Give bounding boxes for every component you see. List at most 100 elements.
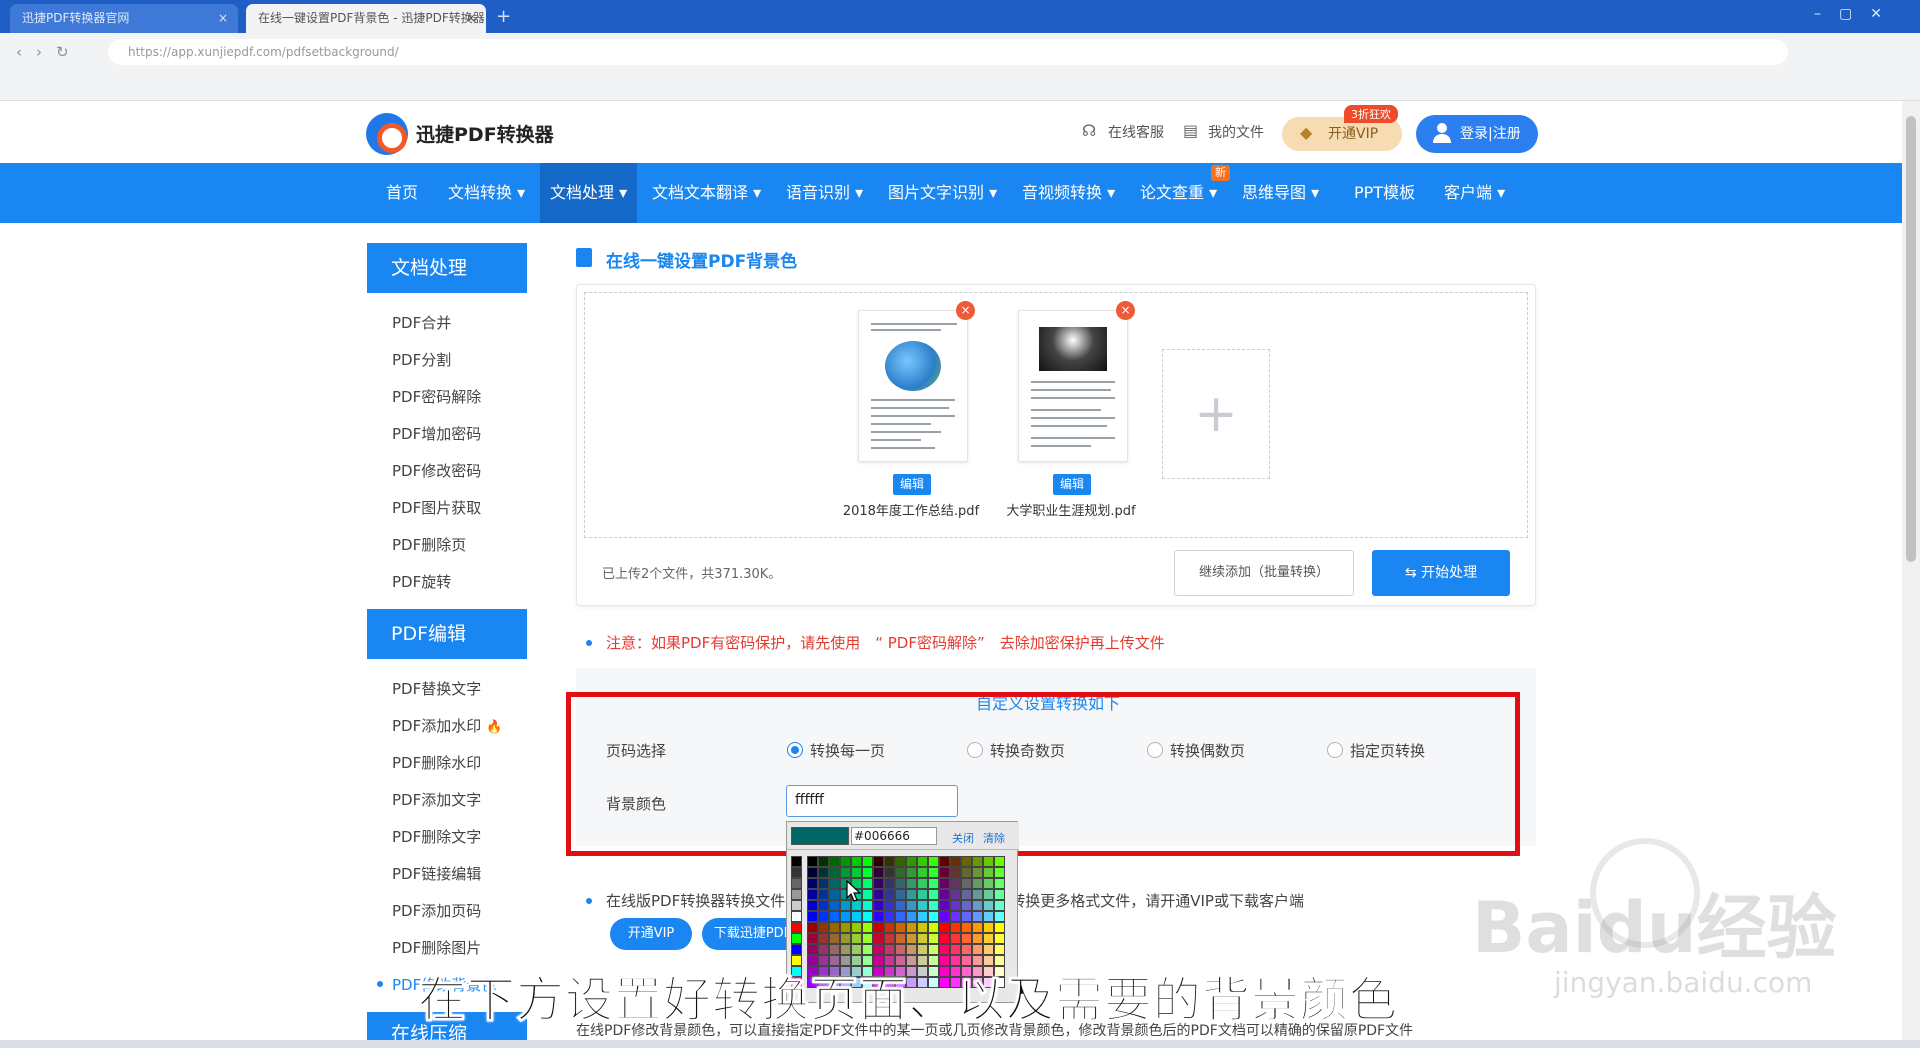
color-cell[interactable] — [829, 878, 840, 889]
color-cell[interactable] — [791, 878, 802, 889]
color-cell[interactable] — [818, 900, 829, 911]
radio-even-pages[interactable] — [1147, 742, 1163, 758]
color-cell[interactable] — [791, 867, 802, 878]
color-cell[interactable] — [917, 856, 928, 867]
color-cell[interactable] — [950, 922, 961, 933]
start-process-button[interactable]: ⇆ 开始处理 — [1372, 550, 1510, 596]
picker-clear-link[interactable]: 清除 — [983, 830, 1005, 846]
color-cell[interactable] — [961, 922, 972, 933]
delete-file-icon[interactable]: × — [1116, 301, 1135, 320]
color-cell[interactable] — [917, 933, 928, 944]
color-cell[interactable] — [807, 900, 818, 911]
color-cell[interactable] — [972, 856, 983, 867]
color-cell[interactable] — [862, 944, 873, 955]
color-cell[interactable] — [873, 911, 884, 922]
color-cell[interactable] — [851, 911, 862, 922]
sidebar-item[interactable]: PDF图片获取 — [392, 497, 481, 518]
color-cell[interactable] — [928, 856, 939, 867]
color-cell[interactable] — [972, 933, 983, 944]
color-cell[interactable] — [983, 867, 994, 878]
color-cell[interactable] — [961, 944, 972, 955]
color-cell[interactable] — [917, 944, 928, 955]
radio-label[interactable]: 转换奇数页 — [990, 740, 1065, 761]
color-cell[interactable] — [840, 867, 851, 878]
color-cell[interactable] — [840, 911, 851, 922]
service-link[interactable]: 在线客服 — [1108, 122, 1164, 142]
color-cell[interactable] — [917, 922, 928, 933]
color-cell[interactable] — [906, 911, 917, 922]
sidebar-item[interactable]: PDF删除文字 — [392, 826, 481, 847]
color-cell[interactable] — [950, 856, 961, 867]
color-cell[interactable] — [906, 867, 917, 878]
color-cell[interactable] — [862, 867, 873, 878]
color-cell[interactable] — [928, 889, 939, 900]
color-cell[interactable] — [906, 922, 917, 933]
color-cell[interactable] — [807, 944, 818, 955]
color-cell[interactable] — [994, 900, 1005, 911]
nav-ocr[interactable]: 图片文字识别 ▾ — [888, 163, 997, 223]
color-cell[interactable] — [862, 911, 873, 922]
color-cell[interactable] — [972, 867, 983, 878]
sidebar-item[interactable]: PDF删除图片 — [392, 937, 481, 958]
color-cell[interactable] — [895, 922, 906, 933]
color-cell[interactable] — [950, 944, 961, 955]
sidebar-section-pdf-edit[interactable]: PDF编辑 — [367, 609, 527, 659]
color-cell[interactable] — [873, 933, 884, 944]
color-cell[interactable] — [983, 889, 994, 900]
browser-nav-buttons[interactable]: ‹›↻ — [16, 43, 83, 61]
color-cell[interactable] — [873, 900, 884, 911]
color-cell[interactable] — [791, 922, 802, 933]
color-cell[interactable] — [983, 878, 994, 889]
color-cell[interactable] — [939, 878, 950, 889]
color-cell[interactable] — [961, 900, 972, 911]
color-cell[interactable] — [873, 878, 884, 889]
color-cell[interactable] — [994, 911, 1005, 922]
color-cell[interactable] — [807, 922, 818, 933]
color-cell[interactable] — [884, 922, 895, 933]
color-cell[interactable] — [928, 911, 939, 922]
edit-file-button[interactable]: 编辑 — [893, 474, 931, 495]
color-cell[interactable] — [950, 878, 961, 889]
color-cell[interactable] — [884, 889, 895, 900]
tab-close-icon[interactable]: × — [218, 4, 228, 33]
nav-mindmap[interactable]: 思维导图 ▾ — [1242, 163, 1319, 223]
color-cell[interactable] — [994, 878, 1005, 889]
color-cell[interactable] — [851, 867, 862, 878]
color-cell[interactable] — [928, 944, 939, 955]
sidebar-item[interactable]: PDF链接编辑 — [392, 863, 481, 884]
color-cell[interactable] — [917, 889, 928, 900]
color-cell[interactable] — [906, 900, 917, 911]
nav-translate[interactable]: 文档文本翻译 ▾ — [652, 163, 761, 223]
nav-speech[interactable]: 语音识别 ▾ — [786, 163, 863, 223]
sidebar-item[interactable]: PDF添加水印 🔥 — [392, 715, 502, 736]
nav-ppt[interactable]: PPT模板 — [1354, 163, 1415, 223]
color-cell[interactable] — [917, 867, 928, 878]
color-cell[interactable] — [884, 944, 895, 955]
color-cell[interactable] — [928, 900, 939, 911]
nav-client[interactable]: 客户端 ▾ — [1444, 163, 1505, 223]
color-cell[interactable] — [928, 867, 939, 878]
color-cell[interactable] — [895, 900, 906, 911]
radio-label[interactable]: 指定页转换 — [1350, 740, 1425, 761]
color-cell[interactable] — [818, 944, 829, 955]
color-cell[interactable] — [884, 933, 895, 944]
color-cell[interactable] — [961, 889, 972, 900]
scrollbar-thumb[interactable] — [1906, 116, 1916, 562]
picker-close-link[interactable]: 关闭 — [952, 830, 974, 846]
color-cell[interactable] — [983, 900, 994, 911]
color-cell[interactable] — [895, 933, 906, 944]
color-cell[interactable] — [917, 911, 928, 922]
color-cell[interactable] — [972, 922, 983, 933]
color-cell[interactable] — [862, 933, 873, 944]
color-cell[interactable] — [873, 944, 884, 955]
color-cell[interactable] — [895, 856, 906, 867]
color-cell[interactable] — [939, 911, 950, 922]
color-cell[interactable] — [829, 911, 840, 922]
color-cell[interactable] — [939, 889, 950, 900]
color-cell[interactable] — [917, 900, 928, 911]
file-thumbnail[interactable] — [858, 310, 968, 462]
color-cell[interactable] — [928, 933, 939, 944]
color-cell[interactable] — [950, 933, 961, 944]
color-cell[interactable] — [895, 911, 906, 922]
color-cell[interactable] — [906, 944, 917, 955]
